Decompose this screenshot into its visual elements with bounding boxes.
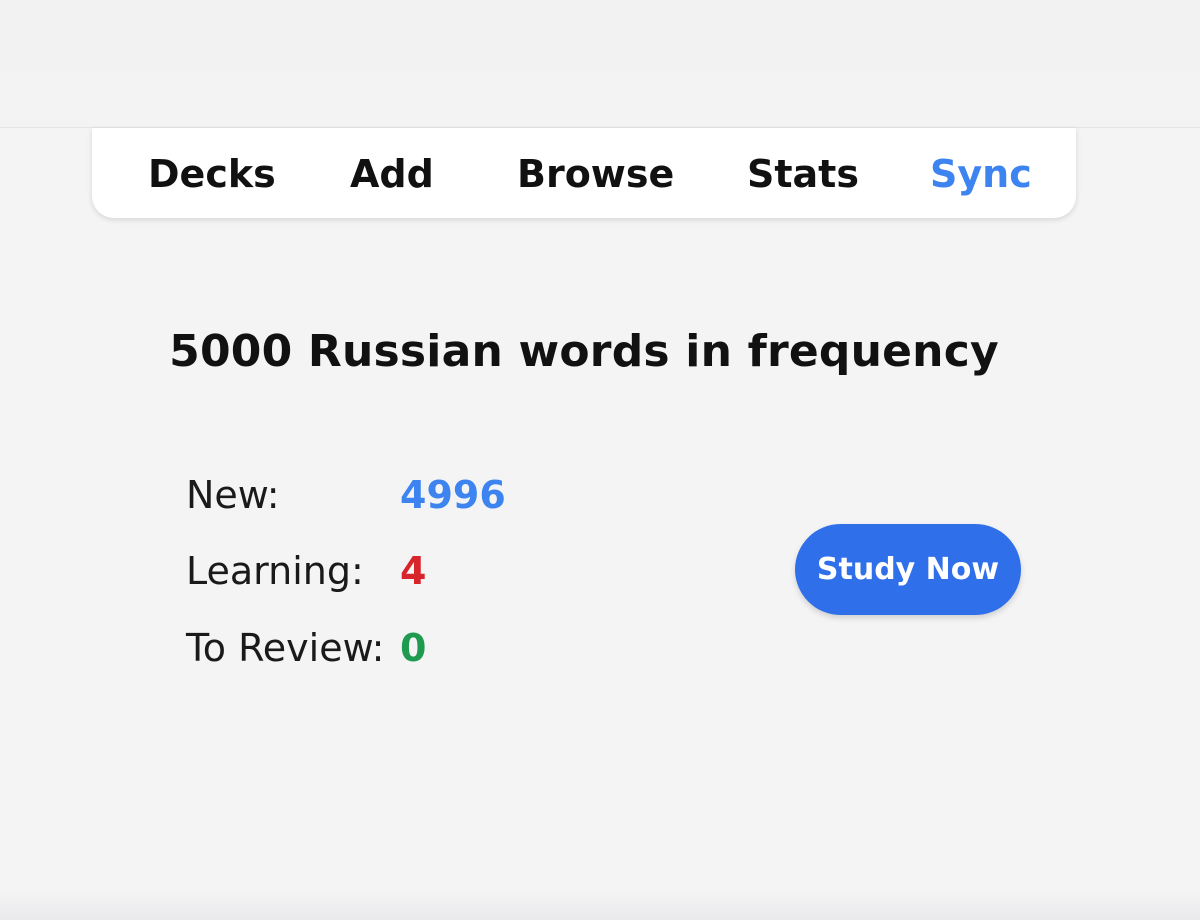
new-label: New:	[186, 473, 280, 517]
tab-sync[interactable]: Sync	[930, 128, 1032, 218]
stat-row-new: New: 4996	[186, 460, 606, 530]
stat-row-review: To Review: 0	[186, 613, 606, 683]
learning-count: 4	[400, 549, 427, 593]
window-top-strip	[0, 0, 1200, 72]
tab-add[interactable]: Add	[350, 128, 434, 218]
tab-browse[interactable]: Browse	[517, 128, 674, 218]
learning-label: Learning:	[186, 549, 364, 593]
new-count: 4996	[400, 473, 506, 517]
main-toolbar: Decks Add Browse Stats Sync	[92, 128, 1076, 218]
review-count: 0	[400, 626, 427, 670]
stat-row-learning: Learning: 4	[186, 536, 606, 606]
review-label: To Review:	[186, 626, 385, 670]
title-area	[0, 0, 1200, 128]
tab-stats[interactable]: Stats	[747, 128, 859, 218]
deck-title: 5000 Russian words in frequency	[169, 326, 999, 377]
study-now-button[interactable]: Study Now	[795, 524, 1021, 615]
tab-decks[interactable]: Decks	[148, 128, 276, 218]
anki-main-window: Decks Add Browse Stats Sync 5000 Russian…	[0, 0, 1200, 920]
bottom-shadow	[0, 890, 1200, 920]
deck-stats: New: 4996 Learning: 4 To Review: 0	[186, 460, 606, 690]
